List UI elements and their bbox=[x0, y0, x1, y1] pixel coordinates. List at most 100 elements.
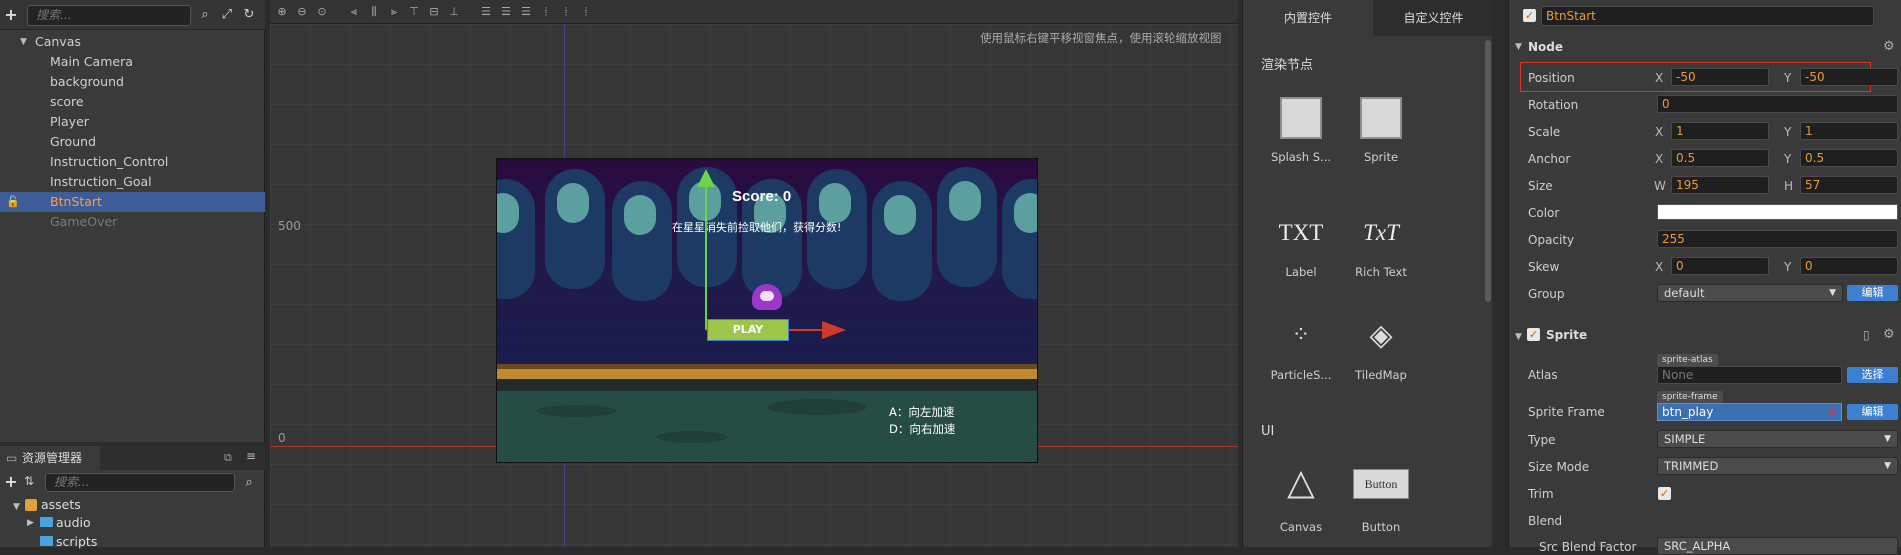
position-x-input[interactable]: -50 bbox=[1671, 68, 1769, 86]
hierarchy-toolbar: + 搜索... ⌕ ⤢ ↻ bbox=[0, 0, 265, 30]
expand-arrow-icon[interactable]: ▼ bbox=[13, 502, 20, 512]
item-label: Button bbox=[1361, 520, 1401, 534]
color-swatch[interactable] bbox=[1657, 204, 1898, 220]
distribute-hcenter-icon[interactable]: ⦙ bbox=[558, 4, 574, 19]
align-right-icon[interactable]: ⫸ bbox=[386, 4, 402, 19]
distribute-top-icon[interactable]: ☰ bbox=[478, 4, 494, 19]
rotation-input[interactable]: 0 bbox=[1657, 95, 1898, 113]
align-bottom-icon[interactable]: ⊥ bbox=[446, 4, 462, 19]
asset-item-assets[interactable]: assets bbox=[41, 497, 81, 512]
opacity-input[interactable]: 255 bbox=[1657, 230, 1898, 248]
skew-y-input[interactable]: 0 bbox=[1800, 257, 1898, 275]
canvas-icon: △ bbox=[1287, 462, 1315, 503]
gizmo-x-arrow-icon[interactable] bbox=[822, 321, 846, 339]
align-left-icon[interactable]: ⫷ bbox=[346, 4, 362, 19]
library-scrollbar[interactable] bbox=[1485, 40, 1491, 302]
refresh-icon[interactable]: ↻ bbox=[240, 6, 258, 24]
collapse-arrow-icon[interactable]: ▶ bbox=[27, 518, 34, 528]
lib-item-particle[interactable]: ⁘ ParticleS... bbox=[1261, 315, 1341, 382]
folder-icon bbox=[40, 517, 53, 527]
size-mode-select[interactable]: TRIMMED ▼ bbox=[1657, 457, 1898, 475]
tab-builtin[interactable]: 内置控件 bbox=[1243, 0, 1373, 36]
tree-node-instruction-goal[interactable]: Instruction_Goal bbox=[0, 172, 265, 192]
lib-item-tiledmap[interactable]: ◈ TiledMap bbox=[1341, 315, 1421, 382]
expand-icon[interactable]: ⤢ bbox=[218, 6, 236, 24]
sprite-frame-edit-button[interactable]: 编辑 bbox=[1847, 404, 1898, 420]
group-select[interactable]: default ▼ bbox=[1657, 284, 1843, 302]
scale-y-input[interactable]: 1 bbox=[1800, 122, 1898, 140]
button-icon: Button bbox=[1353, 469, 1409, 499]
gizmo-y-arrow-icon[interactable] bbox=[697, 169, 715, 187]
sort-icon[interactable]: ⇅ bbox=[24, 474, 34, 488]
zoom-reset-icon[interactable]: ⊙ bbox=[314, 4, 330, 19]
assets-tab[interactable]: ▭ 资源管理器 bbox=[0, 446, 100, 470]
asset-item-audio[interactable]: audio bbox=[56, 515, 91, 530]
scale-x-input[interactable]: 1 bbox=[1671, 122, 1769, 140]
node-name-input[interactable]: BtnStart bbox=[1541, 6, 1874, 26]
group-edit-button[interactable]: 编辑 bbox=[1847, 285, 1898, 301]
tree-node-player[interactable]: Player bbox=[0, 112, 265, 132]
zoom-out-icon[interactable]: ⊖ bbox=[294, 4, 310, 19]
gizmo-y-axis[interactable] bbox=[705, 185, 707, 330]
collapse-arrow-icon[interactable]: ▼ bbox=[1515, 332, 1522, 342]
distribute-bottom-icon[interactable]: ☰ bbox=[518, 4, 534, 19]
add-asset-icon[interactable]: + bbox=[0, 470, 22, 494]
tree-node-score[interactable]: score bbox=[0, 92, 265, 112]
size-w-input[interactable]: 195 bbox=[1671, 176, 1769, 194]
tree-node-ground[interactable]: Ground bbox=[0, 132, 265, 152]
lib-item-button[interactable]: Button Button bbox=[1341, 462, 1421, 534]
window-icon[interactable]: ⧉ bbox=[224, 451, 232, 465]
sprite-enabled-checkbox[interactable]: ✓ bbox=[1527, 328, 1540, 341]
tree-node-main-camera[interactable]: Main Camera bbox=[0, 52, 265, 72]
scene-view[interactable]: ⊕ ⊖ ⊙ ⫷ ⫼ ⫸ ⊤ ⊟ ⊥ ☰ ☰ ☰ ⦙ ⦙ ⦙ 500 0 使用鼠标… bbox=[270, 0, 1238, 547]
lib-item-richtext[interactable]: TxT Rich Text bbox=[1341, 212, 1421, 279]
tree-node-instruction-control[interactable]: Instruction_Control bbox=[0, 152, 265, 172]
position-y-input[interactable]: -50 bbox=[1800, 68, 1898, 86]
tree-node-background[interactable]: background bbox=[0, 72, 265, 92]
type-select[interactable]: SIMPLE ▼ bbox=[1657, 430, 1898, 448]
align-hcenter-icon[interactable]: ⫼ bbox=[366, 4, 382, 19]
search-icon[interactable]: ⌕ bbox=[240, 474, 258, 492]
search-icon[interactable]: ⌕ bbox=[196, 6, 214, 24]
assets-search-input[interactable]: 搜索... bbox=[45, 473, 235, 492]
lib-item-label[interactable]: TXT Label bbox=[1261, 212, 1341, 279]
lock-icon[interactable]: 🔓 bbox=[6, 192, 20, 212]
gear-icon[interactable]: ⚙ bbox=[1883, 327, 1895, 342]
distribute-right-icon[interactable]: ⦙ bbox=[578, 4, 594, 19]
zoom-in-icon[interactable]: ⊕ bbox=[274, 4, 290, 19]
lib-item-splash[interactable]: Splash S... bbox=[1261, 97, 1341, 164]
sprite-frame-label: Sprite Frame bbox=[1528, 405, 1605, 419]
atlas-select-button[interactable]: 选择 bbox=[1847, 367, 1898, 383]
node-active-checkbox[interactable]: ✓ bbox=[1523, 9, 1536, 22]
clear-icon[interactable]: ✕ bbox=[1827, 404, 1837, 420]
atlas-input[interactable]: None bbox=[1657, 366, 1842, 384]
align-vcenter-icon[interactable]: ⊟ bbox=[426, 4, 442, 19]
gear-icon[interactable]: ⚙ bbox=[1883, 39, 1895, 54]
add-node-icon[interactable]: + bbox=[0, 0, 22, 30]
distribute-vcenter-icon[interactable]: ☰ bbox=[498, 4, 514, 19]
lib-item-canvas[interactable]: △ Canvas bbox=[1261, 462, 1341, 534]
anchor-x-input[interactable]: 0.5 bbox=[1671, 149, 1769, 167]
anchor-y-input[interactable]: 0.5 bbox=[1800, 149, 1898, 167]
src-blend-select[interactable]: SRC_ALPHA bbox=[1657, 537, 1898, 555]
game-canvas[interactable]: Score: 0 在星星消失前捡取他们，获得分数! PLAY A：向左加速 D：… bbox=[496, 158, 1038, 463]
book-icon[interactable]: ▯ bbox=[1863, 328, 1870, 342]
skew-x-input[interactable]: 0 bbox=[1671, 257, 1769, 275]
play-button-sprite[interactable]: PLAY bbox=[707, 319, 789, 341]
trim-checkbox[interactable]: ✓ bbox=[1658, 487, 1671, 500]
tab-custom[interactable]: 自定义控件 bbox=[1374, 0, 1493, 36]
tree-node-canvas[interactable]: ▼ Canvas bbox=[0, 32, 265, 52]
align-top-icon[interactable]: ⊤ bbox=[406, 4, 422, 19]
menu-icon[interactable]: ≡ bbox=[246, 449, 256, 463]
tree-node-gameover[interactable]: GameOver bbox=[0, 212, 265, 232]
expand-arrow-icon[interactable]: ▼ bbox=[20, 32, 27, 52]
hierarchy-search-input[interactable]: 搜索... bbox=[27, 5, 191, 26]
distribute-left-icon[interactable]: ⦙ bbox=[538, 4, 554, 19]
size-h-input[interactable]: 57 bbox=[1800, 176, 1898, 194]
sprite-frame-input[interactable]: btn_play ✕ bbox=[1657, 403, 1842, 421]
folder-icon: ▭ bbox=[6, 451, 18, 465]
lib-item-sprite[interactable]: Sprite bbox=[1341, 97, 1421, 164]
collapse-arrow-icon[interactable]: ▼ bbox=[1515, 42, 1522, 52]
control-text-a: A：向左加速 bbox=[889, 405, 955, 419]
tree-node-btnstart[interactable]: 🔓 BtnStart bbox=[0, 192, 265, 212]
